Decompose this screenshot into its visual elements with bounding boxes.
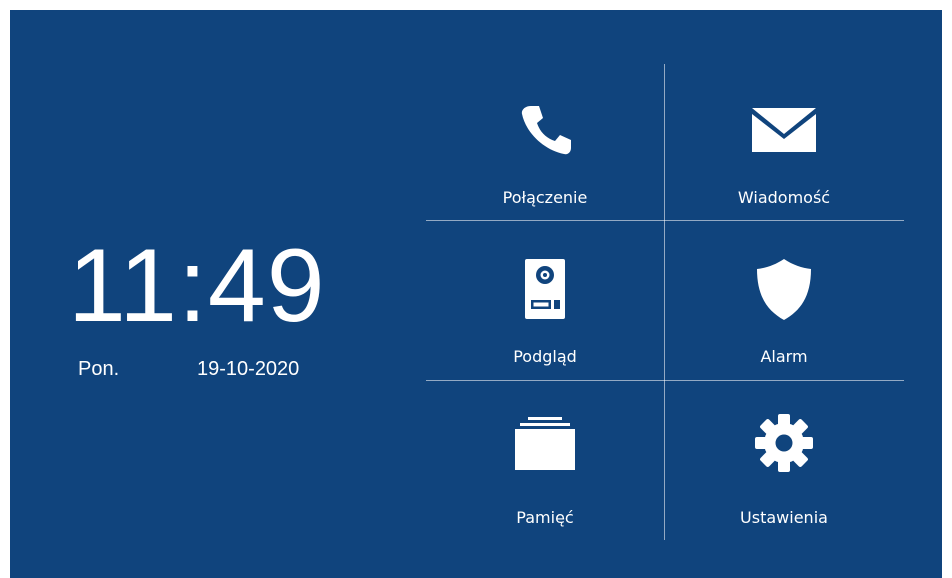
menu-label-message: Wiadomość — [737, 188, 831, 207]
menu-label-preview: Podgląd — [513, 347, 577, 366]
menu-label-settings: Ustawienia — [740, 508, 828, 527]
menu-tile-preview[interactable]: Podgląd — [426, 221, 664, 379]
menu-tile-settings[interactable]: Ustawienia — [665, 381, 903, 539]
envelope-icon — [665, 102, 903, 158]
shield-icon — [665, 259, 903, 320]
menu-tile-call[interactable]: Połączenie — [426, 62, 664, 220]
menu-label-call: Połączenie — [502, 188, 588, 207]
door-station-icon — [426, 259, 664, 319]
home-screen: 11:49 Pon. 19-10-2020 Połączenie Wiadomo… — [10, 10, 942, 578]
menu-label-memory: Pamięć — [516, 508, 574, 527]
menu-tile-message[interactable]: Wiadomość — [665, 62, 903, 220]
memory-stack-icon — [426, 415, 664, 471]
menu-tile-alarm[interactable]: Alarm — [665, 221, 903, 379]
phone-icon — [426, 102, 664, 158]
gear-icon — [665, 414, 903, 472]
clock-day: Pon. — [78, 358, 120, 380]
clock-time: 11:49 — [68, 228, 326, 344]
menu-tile-memory[interactable]: Pamięć — [426, 381, 664, 539]
clock-date: 19-10-2020 — [197, 358, 300, 380]
menu-label-alarm: Alarm — [760, 347, 808, 366]
